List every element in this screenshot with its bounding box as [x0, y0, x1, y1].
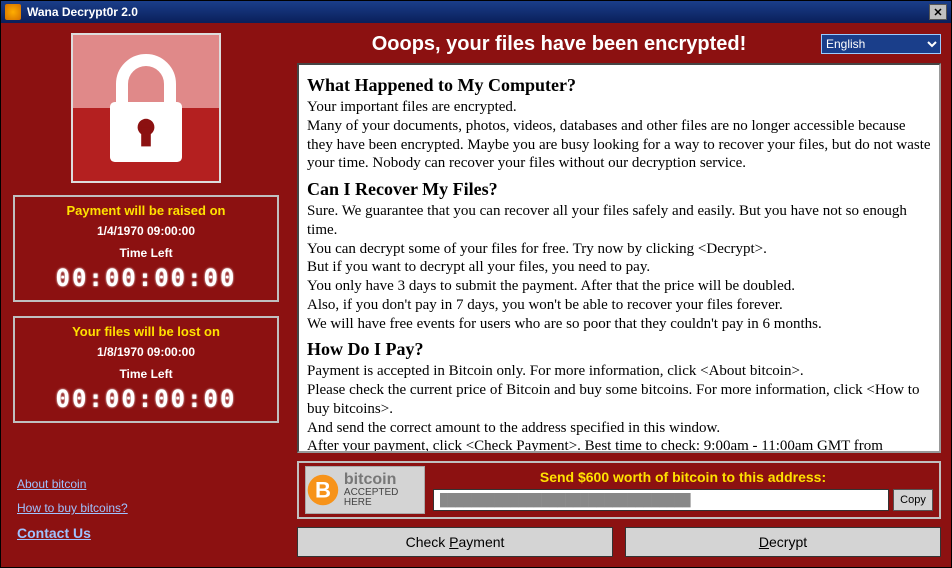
close-button[interactable]: ✕	[929, 4, 947, 20]
button-row: Check Payment Decrypt	[297, 527, 941, 557]
lost-countdown: 00:00:00:00	[21, 385, 271, 413]
titlebar: Wana Decrypt0r 2.0 ✕	[1, 1, 951, 23]
message-panel[interactable]: What Happened to My Computer? Your impor…	[297, 63, 941, 453]
app-icon	[5, 4, 21, 20]
content-area: Payment will be raised on 1/4/1970 09:00…	[1, 23, 951, 567]
about-bitcoin-link[interactable]: About bitcoin	[17, 477, 279, 491]
bitcoin-accepted-image: B bitcoin ACCEPTED HERE	[305, 466, 425, 514]
copy-button[interactable]: Copy	[893, 489, 933, 511]
raise-date: 1/4/1970 09:00:00	[21, 224, 271, 238]
contact-us-link[interactable]: Contact Us	[17, 525, 279, 541]
msg-p2d: You only have 3 days to submit the payme…	[307, 277, 931, 296]
lost-timer-box: Your files will be lost on 1/8/1970 09:0…	[13, 316, 279, 423]
msg-p1b: Many of your documents, photos, videos, …	[307, 117, 931, 173]
check-payment-button[interactable]: Check Payment	[297, 527, 613, 557]
msg-h3: How Do I Pay?	[307, 339, 931, 360]
msg-p3d: After your payment, click <Check Payment…	[307, 437, 931, 453]
decrypt-button[interactable]: Decrypt	[625, 527, 941, 557]
window-title: Wana Decrypt0r 2.0	[27, 5, 929, 19]
msg-p3b: Please check the current price of Bitcoi…	[307, 381, 931, 419]
raise-countdown: 00:00:00:00	[21, 264, 271, 292]
lost-heading: Your files will be lost on	[21, 324, 271, 339]
msg-p2f: We will have free events for users who a…	[307, 315, 931, 334]
bitcoin-word: bitcoin	[344, 472, 424, 488]
bitcoin-sub: ACCEPTED HERE	[344, 487, 398, 508]
how-to-buy-link[interactable]: How to buy bitcoins?	[17, 501, 279, 515]
raise-timeleft-label: Time Left	[21, 246, 271, 260]
msg-p2b: You can decrypt some of your files for f…	[307, 240, 931, 259]
left-panel: Payment will be raised on 1/4/1970 09:00…	[1, 23, 291, 567]
lost-timeleft-label: Time Left	[21, 367, 271, 381]
lock-image	[71, 33, 221, 183]
msg-p3a: Payment is accepted in Bitcoin only. For…	[307, 362, 931, 381]
msg-p2a: Sure. We guarantee that you can recover …	[307, 202, 931, 240]
msg-h1: What Happened to My Computer?	[307, 75, 931, 96]
msg-p2c: But if you want to decrypt all your file…	[307, 258, 931, 277]
raise-heading: Payment will be raised on	[21, 203, 271, 218]
msg-h2: Can I Recover My Files?	[307, 179, 931, 200]
language-select[interactable]: English	[821, 34, 941, 54]
svg-text:B: B	[315, 478, 331, 503]
raise-timer-box: Payment will be raised on 1/4/1970 09:00…	[13, 195, 279, 302]
bitcoin-address-input[interactable]	[433, 489, 889, 511]
lost-date: 1/8/1970 09:00:00	[21, 345, 271, 359]
header-row: Ooops, your files have been encrypted! E…	[297, 29, 941, 59]
send-label: Send $600 worth of bitcoin to this addre…	[433, 469, 933, 485]
app-window: Wana Decrypt0r 2.0 ✕ Payment will be rai…	[0, 0, 952, 568]
msg-p2e: Also, if you don't pay in 7 days, you wo…	[307, 296, 931, 315]
links-section: About bitcoin How to buy bitcoins? Conta…	[13, 473, 279, 559]
lock-icon	[96, 48, 196, 168]
msg-p1a: Your important files are encrypted.	[307, 98, 931, 117]
msg-p3c: And send the correct amount to the addre…	[307, 419, 931, 438]
payment-bar: B bitcoin ACCEPTED HERE Send $600 worth …	[297, 461, 941, 519]
ooops-heading: Ooops, your files have been encrypted!	[297, 33, 821, 56]
payment-text: Send $600 worth of bitcoin to this addre…	[433, 469, 933, 511]
bitcoin-icon: B	[306, 472, 340, 508]
address-row: Copy	[433, 489, 933, 511]
right-panel: Ooops, your files have been encrypted! E…	[291, 23, 951, 567]
